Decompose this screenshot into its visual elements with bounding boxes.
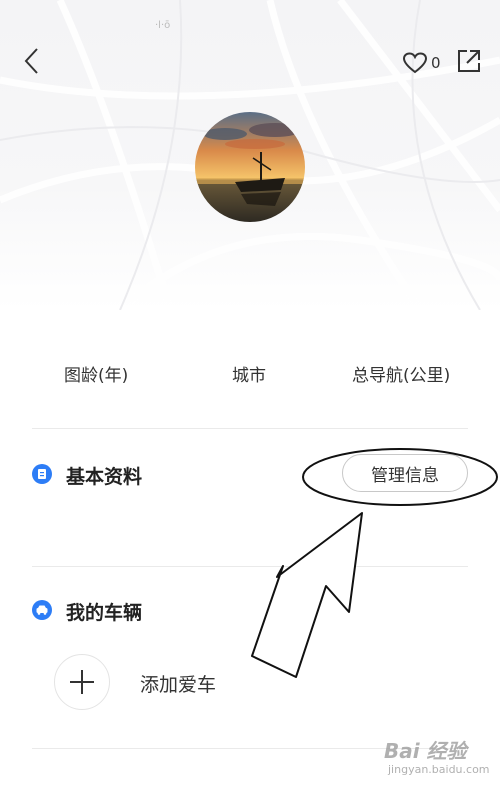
status-bar-fragment: ·l·ō bbox=[155, 20, 171, 31]
divider bbox=[32, 566, 468, 567]
like-button[interactable]: 0 bbox=[402, 50, 441, 76]
document-icon bbox=[32, 464, 52, 484]
divider bbox=[32, 428, 468, 429]
sunset-boat-photo bbox=[195, 112, 305, 222]
basic-info-title: 基本资料 bbox=[66, 466, 143, 488]
avatar[interactable] bbox=[195, 112, 305, 222]
stat-label-map-age: 图龄(年) bbox=[64, 366, 129, 386]
car-icon bbox=[32, 600, 52, 620]
stats-row: 图龄(年) 城市 总导航(公里) bbox=[0, 355, 500, 395]
watermark: Bai 经验 jingyan.baidu.com bbox=[378, 735, 496, 781]
heart-outline-icon bbox=[402, 52, 428, 74]
manage-info-button[interactable]: 管理信息 bbox=[342, 454, 468, 492]
plus-icon bbox=[70, 670, 94, 694]
stat-label-total-navigation: 总导航(公里) bbox=[352, 366, 451, 386]
stat-label-city: 城市 bbox=[232, 366, 266, 386]
chevron-left-icon bbox=[24, 48, 38, 74]
share-button[interactable] bbox=[456, 48, 482, 74]
watermark-main: Bai 经验 bbox=[384, 739, 467, 763]
watermark-sub: jingyan.baidu.com bbox=[388, 763, 490, 776]
add-car-label[interactable]: 添加爱车 bbox=[140, 670, 216, 697]
my-vehicles-title: 我的车辆 bbox=[66, 602, 143, 624]
add-car-button[interactable] bbox=[54, 654, 110, 710]
back-button[interactable] bbox=[18, 46, 48, 76]
like-count: 0 bbox=[431, 54, 441, 72]
share-external-icon bbox=[458, 50, 480, 72]
